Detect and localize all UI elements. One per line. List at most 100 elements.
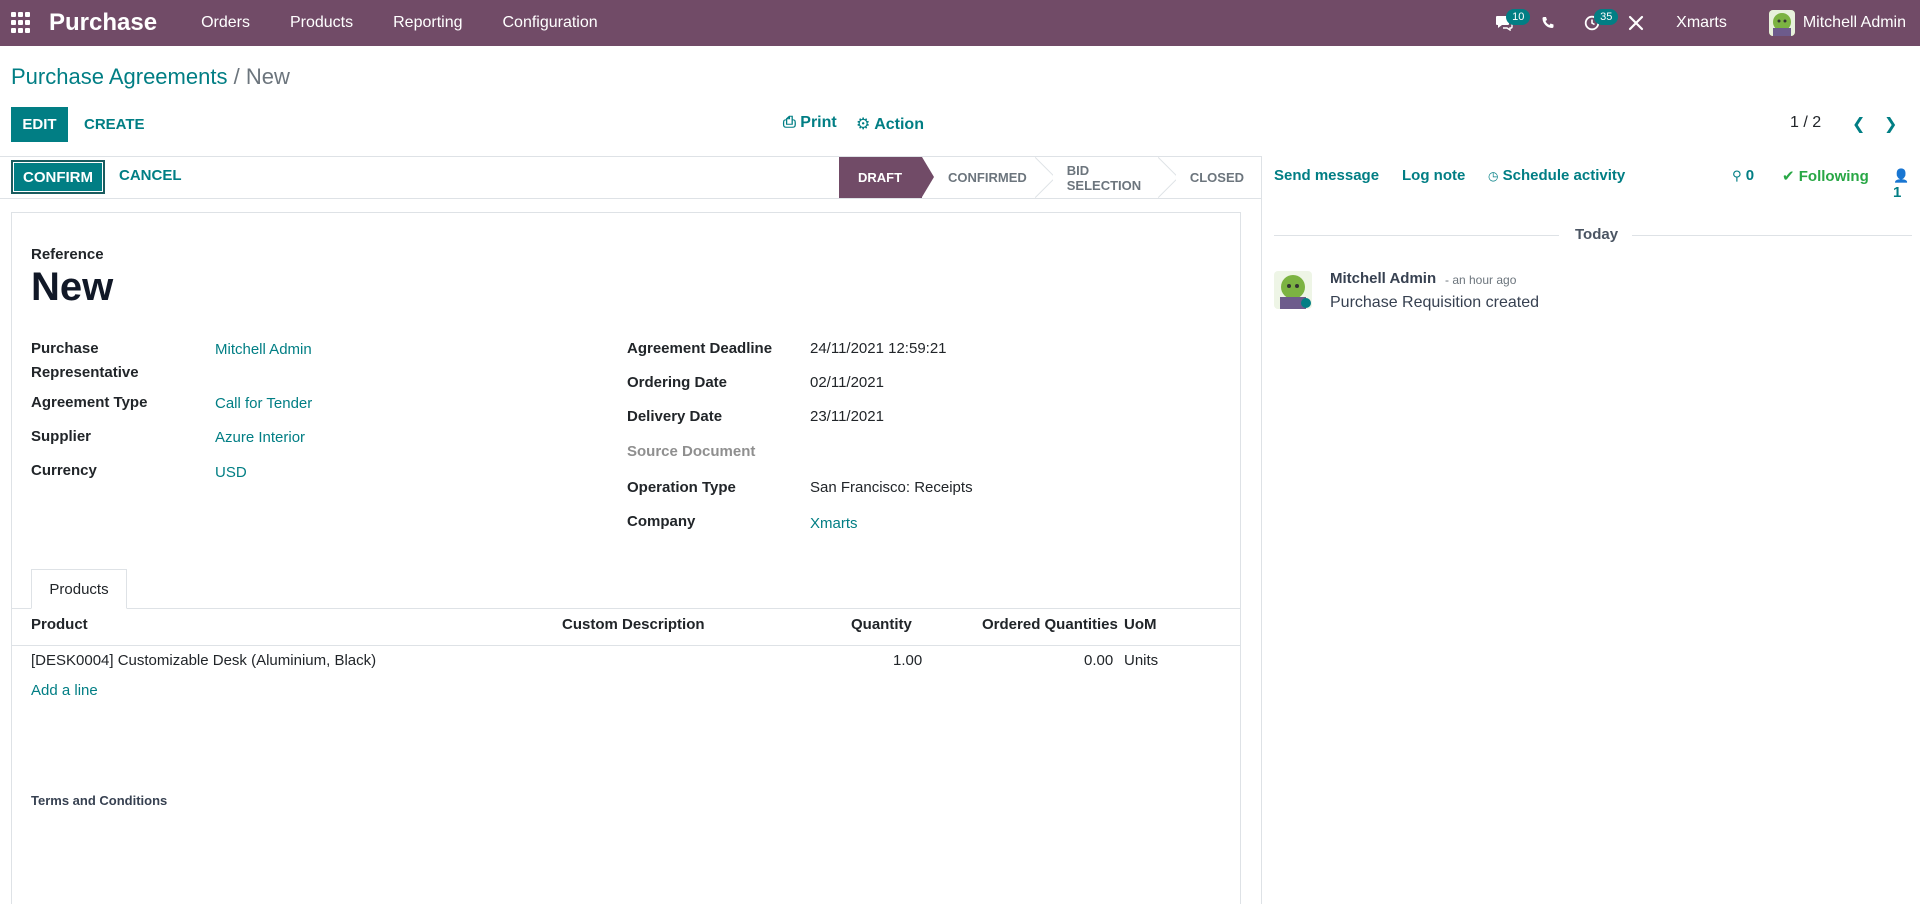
stage-label: DRAFT	[858, 170, 903, 185]
menu-orders[interactable]: Orders	[181, 0, 270, 46]
company-label: Company	[627, 513, 696, 530]
date-divider-label: Today	[1575, 226, 1619, 243]
supplier-label: Supplier	[31, 428, 92, 445]
print-dropdown[interactable]: ⎙ Print	[783, 114, 837, 132]
ordering-date-label: Ordering Date	[627, 374, 728, 391]
cell-product[interactable]: [DESK0004] Customizable Desk (Aluminium,…	[31, 650, 376, 672]
supplier-field[interactable]: Azure Interior	[215, 426, 305, 450]
stage-bid-selection[interactable]: BID SELECTION	[1045, 157, 1168, 198]
message-body: Purchase Requisition created	[1330, 294, 1540, 311]
status-bar: CONFIRM CANCEL DRAFT CONFIRMED BID SELEC…	[0, 157, 1262, 199]
debug-tools-button[interactable]	[1614, 0, 1658, 46]
stage-pipeline: DRAFT CONFIRMED BID SELECTION CLOSED	[839, 157, 1262, 198]
currency-field[interactable]: USD	[215, 461, 247, 485]
stage-label: BID SELECTION	[1066, 162, 1142, 193]
activity-menu[interactable]: 35	[1570, 0, 1619, 46]
date-divider-right	[1632, 235, 1912, 236]
menu-products[interactable]: Products	[270, 0, 373, 46]
breadcrumb: Purchase Agreements / New	[11, 64, 290, 90]
operation-type-label: Operation Type	[627, 479, 736, 496]
menu-reporting[interactable]: Reporting	[373, 0, 482, 46]
pager-value[interactable]: 1 / 2	[1790, 114, 1821, 132]
edit-button[interactable]: EDIT	[11, 107, 68, 142]
reference-label: Reference	[31, 246, 104, 263]
breadcrumb-parent[interactable]: Purchase Agreements	[11, 64, 227, 89]
following-button[interactable]: ✔ Following	[1782, 167, 1869, 185]
date-divider-left	[1274, 235, 1559, 236]
schedule-activity-button[interactable]: ◷ Schedule activity	[1488, 167, 1625, 184]
currency-label: Currency	[31, 462, 97, 479]
print-icon: ⎙	[783, 114, 796, 131]
phone-button[interactable]	[1526, 0, 1570, 46]
company-field[interactable]: Xmarts	[810, 512, 858, 536]
purchase-representative-field[interactable]: Mitchell Admin	[215, 338, 312, 362]
column-ordered-quantities[interactable]: Ordered Quantities	[982, 616, 1118, 633]
followers-count: 1	[1893, 184, 1902, 201]
breadcrumb-current: New	[245, 64, 290, 89]
stage-confirmed[interactable]: CONFIRMED	[922, 157, 1045, 198]
attachments-count: 0	[1745, 167, 1755, 184]
delivery-date-field[interactable]: 23/11/2021	[810, 405, 884, 429]
apps-menu-icon[interactable]	[11, 12, 33, 34]
add-line-link[interactable]: Add a line	[31, 682, 98, 699]
breadcrumb-separator: /	[233, 64, 240, 89]
main-menu: Orders Products Reporting Configuration	[181, 0, 618, 46]
app-brand[interactable]: Purchase	[49, 9, 157, 37]
pager-previous-icon[interactable]: ❮	[1852, 114, 1865, 134]
attachments-button[interactable]: ⚲ 0	[1732, 167, 1754, 184]
tab-products[interactable]: Products	[31, 569, 127, 609]
log-note-button[interactable]: Log note	[1402, 167, 1465, 184]
terms-and-conditions-placeholder[interactable]: Terms and Conditions	[31, 793, 167, 808]
cell-uom[interactable]: Units	[1124, 650, 1158, 672]
print-label: Print	[800, 114, 837, 131]
top-navbar: Purchase Orders Products Reporting Confi…	[0, 0, 1920, 46]
message-date: - an hour ago	[1445, 273, 1517, 287]
user-name: Mitchell Admin	[1802, 14, 1906, 31]
cell-ordered-quantities[interactable]: 0.00	[1084, 650, 1113, 672]
agreement-type-label: Agreement Type	[31, 394, 148, 411]
column-uom[interactable]: UoM	[1124, 616, 1157, 633]
clock-icon: ◷	[1488, 169, 1499, 183]
gear-icon: ⚙	[856, 116, 871, 133]
message-author[interactable]: Mitchell Admin	[1330, 270, 1436, 287]
chatter-divider	[1261, 157, 1262, 904]
agreement-deadline-label: Agreement Deadline	[627, 340, 773, 357]
confirm-button[interactable]: CONFIRM	[11, 160, 105, 194]
reference-value: New	[31, 265, 114, 309]
cell-quantity[interactable]: 1.00	[893, 650, 922, 672]
table-header-divider	[12, 645, 1240, 646]
user-avatar	[1768, 10, 1795, 36]
agreement-deadline-field[interactable]: 24/11/2021 12:59:21	[810, 337, 947, 361]
tools-icon	[1629, 15, 1644, 31]
pager-next-icon[interactable]: ❯	[1884, 114, 1897, 134]
source-document-field[interactable]	[810, 440, 1110, 464]
action-dropdown[interactable]: ⚙ Action	[856, 114, 924, 134]
phone-icon	[1542, 17, 1554, 28]
stage-draft[interactable]: DRAFT	[839, 157, 935, 198]
user-menu[interactable]: Mitchell Admin	[1745, 10, 1920, 36]
agreement-type-field[interactable]: Call for Tender	[215, 392, 312, 416]
check-icon: ✔	[1782, 168, 1795, 185]
message-author-avatar[interactable]	[1274, 271, 1312, 309]
schedule-activity-label: Schedule activity	[1502, 167, 1626, 184]
stage-label: CLOSED	[1189, 170, 1244, 185]
source-document-label: Source Document	[627, 443, 756, 460]
send-message-button[interactable]: Send message	[1274, 167, 1379, 184]
column-quantity[interactable]: Quantity	[851, 616, 912, 633]
cancel-button[interactable]: CANCEL	[119, 167, 182, 184]
messaging-menu[interactable]: 10	[1482, 0, 1531, 46]
create-button[interactable]: CREATE	[84, 107, 145, 142]
stage-label: CONFIRMED	[948, 170, 1027, 185]
followers-button[interactable]: 👤 1	[1893, 167, 1920, 201]
operation-type-field[interactable]: San Francisco: Receipts	[810, 476, 973, 500]
tab-divider	[12, 608, 1240, 609]
stage-closed[interactable]: CLOSED	[1168, 157, 1262, 198]
column-custom-description[interactable]: Custom Description	[562, 616, 705, 633]
following-label: Following	[1798, 168, 1869, 185]
action-label: Action	[874, 116, 924, 133]
menu-configuration[interactable]: Configuration	[482, 0, 617, 46]
column-product[interactable]: Product	[31, 616, 88, 633]
company-switcher[interactable]: Xmarts	[1658, 14, 1745, 32]
ordering-date-field[interactable]: 02/11/2021	[810, 371, 884, 395]
delivery-date-label: Delivery Date	[627, 408, 723, 425]
